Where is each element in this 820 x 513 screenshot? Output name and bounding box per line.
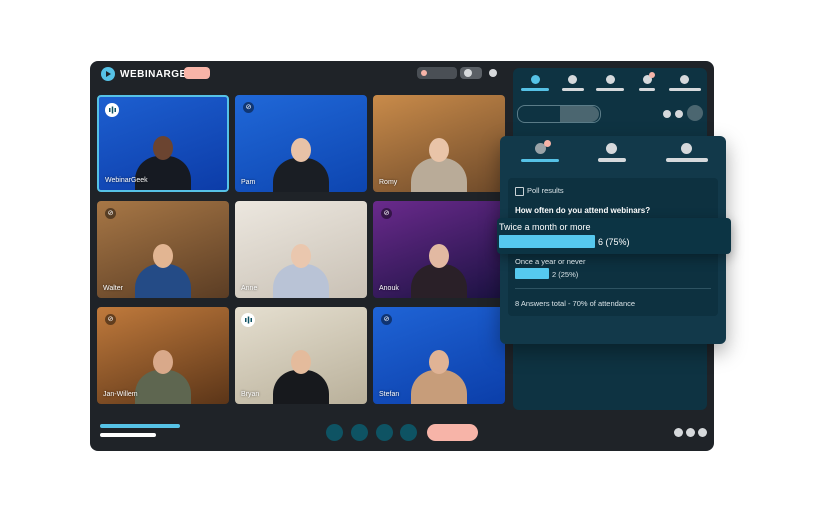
poll-icon <box>515 187 524 196</box>
poll-tab-icon-3[interactable] <box>681 143 692 154</box>
speaking-icon <box>105 103 119 117</box>
poll-footer: 8 Answers total - 70% of attendance <box>515 299 636 308</box>
participant-video <box>411 370 467 404</box>
participant-face <box>153 244 173 268</box>
participant-face <box>291 350 311 374</box>
tab-label-2 <box>562 88 584 91</box>
mic-muted-icon: ⊘ <box>105 208 116 219</box>
screen-share-button[interactable] <box>376 424 393 441</box>
participant-name: Stefan <box>379 391 400 398</box>
speaking-icon <box>241 313 255 327</box>
progress-indicator <box>100 424 180 428</box>
participant-video <box>411 158 467 192</box>
participant-face <box>429 244 449 268</box>
mic-muted-icon: ⊘ <box>105 314 116 325</box>
participant-video <box>273 264 329 298</box>
poll-results-header: Poll results <box>527 186 564 195</box>
participant-face <box>153 350 173 374</box>
record-button[interactable] <box>184 67 210 79</box>
participant-face <box>291 244 311 268</box>
poll-question: How often do you attend webinars? <box>515 206 651 215</box>
participant-video <box>273 370 329 404</box>
option-dot-3[interactable] <box>687 105 703 121</box>
progress-indicator-secondary <box>100 433 156 437</box>
poll-tab-icon-2[interactable] <box>606 143 617 154</box>
tab-icon-1[interactable] <box>531 75 540 84</box>
participant-name: Romy <box>379 179 398 186</box>
notification-badge <box>649 72 655 78</box>
option-dot-2[interactable] <box>675 110 683 118</box>
poll-option-bar-1 <box>499 235 595 248</box>
video-tile[interactable]: Romy <box>373 95 505 192</box>
participant-video <box>411 264 467 298</box>
camera-toggle-knob <box>464 69 472 77</box>
participant-face <box>153 136 173 160</box>
play-icon <box>101 67 115 81</box>
participant-name: Anne <box>241 285 258 292</box>
chat-button[interactable] <box>400 424 417 441</box>
mic-muted-icon: ⊘ <box>243 102 254 113</box>
tab-label-5 <box>669 88 701 91</box>
participant-name: WebinarGeek <box>105 177 148 184</box>
participant-face <box>291 138 311 162</box>
participant-video <box>135 156 191 190</box>
tab-icon-2[interactable] <box>568 75 577 84</box>
camera-button[interactable] <box>351 424 368 441</box>
segmented-control-active <box>560 106 599 122</box>
video-tile[interactable]: ⊘ Pam <box>235 95 367 192</box>
more-dot-2[interactable] <box>686 428 695 437</box>
tab-label-3 <box>596 88 624 91</box>
mic-button[interactable] <box>326 424 343 441</box>
video-tile[interactable]: ⊘ Stefan <box>373 307 505 404</box>
tab-icon-3[interactable] <box>606 75 615 84</box>
participant-name: Pam <box>241 179 256 186</box>
participant-face <box>429 138 449 162</box>
mic-muted-icon: ⊘ <box>381 314 392 325</box>
option-dot-1[interactable] <box>663 110 671 118</box>
poll-divider <box>515 288 711 289</box>
video-tile[interactable]: ⊘ Walter <box>97 201 229 298</box>
poll-option-label-2: Once a year or never <box>515 257 586 266</box>
poll-notification-badge <box>544 140 551 147</box>
participant-face <box>429 350 449 374</box>
poll-option-bar-2 <box>515 268 549 279</box>
poll-tab-label-2 <box>598 158 626 162</box>
video-tile[interactable]: Anne <box>235 201 367 298</box>
participant-video <box>135 370 191 404</box>
poll-option-label-1: Twice a month or more <box>499 222 591 232</box>
poll-tab-label-3 <box>666 158 708 162</box>
video-tile[interactable]: ⊘ Jan-Willem <box>97 307 229 404</box>
video-tile[interactable]: ⊘ Anouk <box>373 201 505 298</box>
video-tile[interactable]: WebinarGeek <box>97 95 229 192</box>
settings-dot[interactable] <box>489 69 497 77</box>
more-dot-1[interactable] <box>674 428 683 437</box>
video-tile[interactable]: Bryan <box>235 307 367 404</box>
participant-video <box>135 264 191 298</box>
mic-muted-icon: ⊘ <box>381 208 392 219</box>
poll-option-result-2: 2 (25%) <box>552 270 579 279</box>
tab-icon-5[interactable] <box>680 75 689 84</box>
poll-tab-active-underline <box>521 159 559 162</box>
more-dot-3[interactable] <box>698 428 707 437</box>
leave-button[interactable] <box>427 424 478 441</box>
participant-name: Bryan <box>241 391 260 398</box>
participant-name: Anouk <box>379 285 399 292</box>
participant-name: Walter <box>103 285 123 292</box>
record-dot-icon <box>421 70 427 76</box>
participant-video <box>273 158 329 192</box>
participant-name: Jan-Willem <box>103 391 138 398</box>
tab-label-4 <box>639 88 655 91</box>
tab-active-underline <box>521 88 549 91</box>
poll-option-result-1: 6 (75%) <box>598 237 630 247</box>
